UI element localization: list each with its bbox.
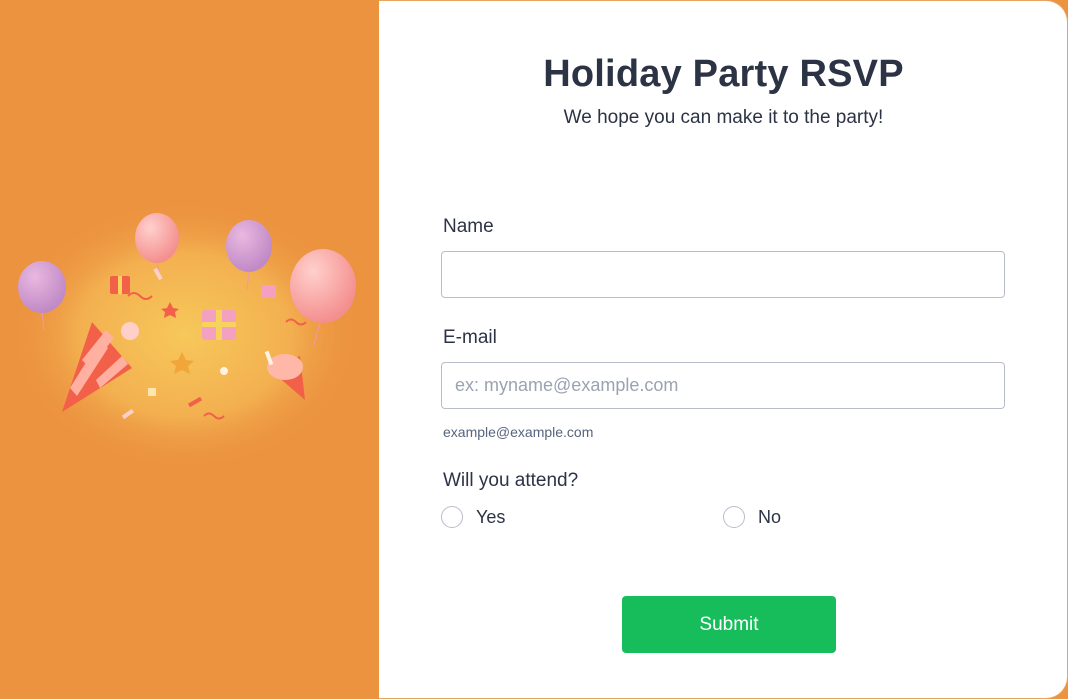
party-illustration [10, 200, 360, 470]
confetti-dot [121, 322, 139, 340]
gift-icon [202, 310, 236, 340]
radio-no-label: No [758, 506, 782, 527]
name-label: Name [443, 216, 494, 237]
radio-yes-circle[interactable] [441, 506, 463, 528]
party-illustration-panel [0, 0, 379, 699]
radio-yes-label: Yes [476, 506, 506, 527]
gift-icon [110, 276, 130, 294]
form-title: Holiday Party RSVP [543, 53, 904, 95]
email-hint: example@example.com [443, 424, 594, 440]
name-input[interactable] [441, 251, 1005, 298]
form-subtitle: We hope you can make it to the party! [563, 107, 884, 128]
radio-no-circle[interactable] [723, 506, 745, 528]
glow-shape [10, 200, 360, 470]
radio-option-no[interactable]: No [723, 506, 781, 528]
submit-button[interactable]: Submit [622, 596, 836, 653]
email-label: E-mail [443, 327, 497, 348]
form-card: Holiday Party RSVP We hope you can make … [379, 0, 1068, 699]
confetti-dot [220, 367, 228, 375]
rsvp-form-page: Holiday Party RSVP We hope you can make … [0, 0, 1068, 699]
confetti-piece [148, 388, 156, 396]
email-input[interactable] [441, 362, 1005, 409]
attend-label: Will you attend? [443, 470, 579, 491]
gift-icon [261, 285, 276, 298]
radio-option-yes[interactable]: Yes [441, 506, 505, 528]
